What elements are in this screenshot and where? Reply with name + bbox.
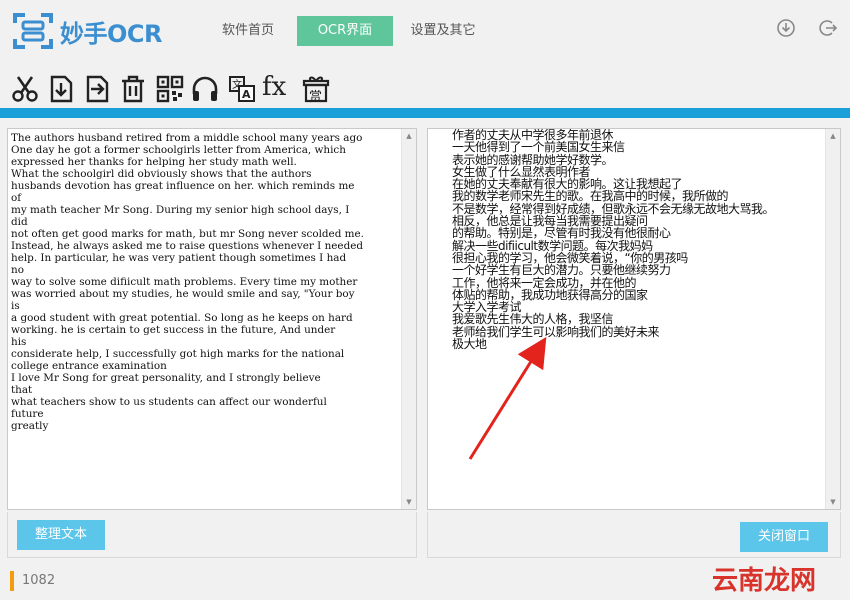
source-text-line: husbands devotion has great influence on… (11, 180, 355, 192)
source-text-line: college entrance examination (11, 360, 167, 372)
translate-icon[interactable]: 文 A (227, 74, 257, 104)
source-text-line: expressed her thanks for helping her stu… (11, 156, 297, 168)
exit-icon[interactable] (818, 18, 838, 38)
gift-label: 赏 (309, 90, 323, 105)
source-text-line: Instead, he always asked me to raise que… (11, 240, 364, 252)
source-text-line: no (11, 264, 24, 276)
scissors-icon[interactable] (10, 74, 40, 104)
app-title: 妙手OCR (60, 20, 163, 48)
organize-text-button[interactable]: 整理文本 (17, 520, 105, 550)
source-text-line: future (11, 408, 44, 420)
source-text-line: his (11, 336, 27, 348)
divider-strip (0, 108, 850, 118)
scroll-up-icon[interactable]: ▲ (402, 132, 416, 140)
red-arrow (468, 336, 547, 460)
source-text-line: One day he got a former schoolgirls lett… (11, 144, 346, 156)
source-text-line: that (11, 384, 33, 396)
source-text-area[interactable]: The authors husband retired from a middl… (7, 128, 417, 510)
source-text-line: considerate help, I successfully got hig… (11, 348, 345, 360)
import-icon[interactable] (46, 74, 76, 104)
source-text-line: is (11, 300, 20, 312)
logo-icon (13, 13, 53, 49)
source-text-line: my math teacher Mr Song. During my senio… (11, 204, 350, 216)
scroll-down-icon[interactable]: ▼ (402, 498, 416, 506)
formula-icon[interactable]: fx (262, 72, 294, 102)
source-text-line: help. In particular, he was very patient… (11, 252, 347, 264)
result-text-area[interactable]: 作者的丈夫从中学很多年前退休 一天他得到了一个前美国女生来信 表示她的感谢帮助她学好… (427, 128, 841, 510)
toolbar: 文 A fx 赏 (0, 68, 850, 108)
source-text-line: The authors husband retired from a middl… (11, 132, 363, 144)
source-text-line: not often get good marks for math, but m… (11, 228, 364, 240)
left-button-bar: 整理文本 (7, 512, 417, 558)
source-text-line: greatly (11, 420, 49, 432)
qrcode-icon[interactable] (155, 74, 185, 104)
download-icon[interactable] (776, 18, 796, 38)
tab-settings[interactable]: 设置及其它 (400, 16, 486, 46)
source-text-line: of (11, 192, 22, 204)
tab-home[interactable]: 软件首页 (208, 16, 288, 46)
title-bar: 妙手OCR 软件首页 OCR界面 设置及其它 (0, 0, 850, 64)
source-text-line: what teachers show to us students can af… (11, 396, 327, 408)
trash-icon[interactable] (118, 74, 148, 104)
watermark: 云南龙网 (680, 520, 850, 600)
tab-ocr[interactable]: OCR界面 (297, 16, 393, 46)
source-text-line: did (11, 216, 28, 228)
watermark-text: 云南龙网 (712, 566, 817, 596)
character-count: 1082 (22, 573, 56, 588)
source-text-line: I love Mr Song for great personality, an… (11, 372, 321, 384)
source-text-line: a good student with great potential. So … (11, 312, 353, 324)
source-text-line: was worried about my studies, he would s… (11, 288, 355, 300)
scrollbar[interactable]: ▲ ▼ (401, 129, 416, 509)
source-text-line: What the schoolgirl did obviously shows … (11, 168, 312, 180)
source-text-line: way to solve some difiicult math problem… (11, 276, 358, 288)
headphones-icon[interactable] (190, 74, 220, 104)
status-indicator (10, 571, 14, 591)
source-text-line: working. he is certain to get success in… (11, 324, 336, 336)
export-icon[interactable] (82, 74, 112, 104)
source-text: The authors husband retired from a middl… (11, 132, 399, 432)
svg-text:A: A (242, 88, 251, 101)
gift-icon[interactable]: 赏 (301, 74, 331, 105)
